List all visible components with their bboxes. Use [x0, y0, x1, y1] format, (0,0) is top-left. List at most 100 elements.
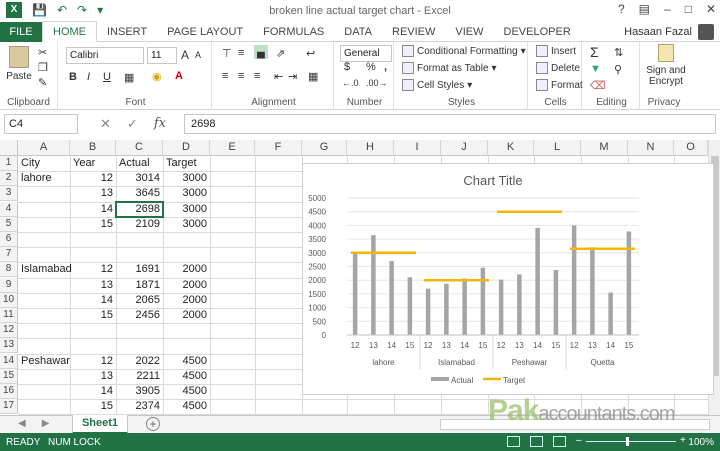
minimize-icon[interactable]: – — [664, 2, 671, 16]
fill-icon[interactable]: ▼ — [590, 63, 601, 75]
align-bottom-icon[interactable]: ▄ — [254, 45, 268, 59]
font-name-select[interactable]: Calibri — [66, 47, 144, 64]
format-painter-icon[interactable]: ✎ — [38, 76, 47, 89]
shrink-font-button[interactable]: A — [195, 50, 201, 60]
column-header[interactable]: A — [18, 140, 70, 156]
tab-home[interactable]: HOME — [42, 21, 97, 42]
column-header[interactable]: G — [302, 140, 347, 156]
bold-button[interactable]: B — [69, 71, 77, 83]
enter-icon[interactable]: ✓ — [127, 116, 138, 132]
borders-icon[interactable]: ▦ — [124, 71, 134, 84]
zoom-slider[interactable] — [586, 441, 676, 442]
decrease-indent-icon[interactable]: ⇤ — [274, 70, 283, 83]
cell[interactable]: 3000 — [163, 217, 210, 232]
cell[interactable]: 3905 — [116, 384, 163, 399]
zoom-level[interactable]: 100% — [688, 437, 714, 448]
autosum-icon[interactable]: Σ — [590, 44, 599, 60]
cell[interactable]: 3645 — [116, 186, 163, 201]
zoom-in-icon[interactable]: + — [680, 435, 686, 446]
tab-formulas[interactable]: FORMULAS — [253, 22, 334, 42]
fill-color-icon[interactable]: ◉ — [152, 70, 162, 83]
tab-file[interactable]: FILE — [0, 21, 42, 42]
cell[interactable]: 12 — [70, 354, 116, 369]
sort-filter-icon[interactable]: ⇅ — [614, 46, 623, 59]
zoom-out-icon[interactable]: – — [576, 435, 582, 446]
copy-icon[interactable]: ❐ — [38, 61, 48, 74]
cell[interactable]: 3000 — [163, 186, 210, 201]
column-header[interactable]: B — [70, 140, 116, 156]
column-header[interactable]: M — [581, 140, 628, 156]
row-header[interactable]: 17 — [0, 399, 18, 415]
page-layout-view-icon[interactable] — [530, 436, 543, 447]
row-header[interactable]: 3 — [0, 186, 18, 202]
row-header[interactable]: 14 — [0, 353, 18, 369]
cell[interactable]: 13 — [70, 186, 116, 201]
cell[interactable]: Peshawar — [18, 354, 70, 369]
cell[interactable]: 2109 — [116, 217, 163, 232]
row-header[interactable]: 13 — [0, 338, 18, 354]
cell[interactable]: 2000 — [163, 293, 210, 308]
user-account[interactable]: Hasaan Fazal — [624, 22, 714, 42]
clear-icon[interactable]: ⌫ — [590, 79, 606, 92]
find-select-icon[interactable]: ⚲ — [614, 63, 622, 76]
cell[interactable]: 4500 — [163, 369, 210, 384]
help-icon[interactable]: ? — [618, 2, 625, 16]
prev-sheet-icon[interactable]: ◀ — [18, 418, 26, 429]
row-header[interactable]: 16 — [0, 384, 18, 399]
tab-review[interactable]: REVIEW — [382, 22, 445, 42]
cell[interactable]: 3000 — [163, 202, 210, 217]
formula-input[interactable]: 2698 — [184, 114, 716, 134]
sheet-tab[interactable]: Sheet1 — [72, 415, 128, 434]
sign-encrypt-button[interactable]: Sign and Encrypt — [644, 44, 688, 87]
row-header[interactable]: 5 — [0, 216, 18, 232]
cell[interactable]: 2374 — [116, 399, 163, 414]
font-size-select[interactable]: 11 — [147, 47, 177, 64]
cell[interactable]: 2022 — [116, 354, 163, 369]
cut-icon[interactable]: ✂ — [38, 46, 47, 59]
tab-developer[interactable]: DEVELOPER — [494, 22, 581, 42]
wrap-text-icon[interactable]: ↩ — [306, 47, 315, 60]
cell[interactable]: 15 — [70, 217, 116, 232]
number-format-select[interactable]: General — [340, 45, 392, 62]
row-header[interactable]: 9 — [0, 277, 18, 293]
tab-view[interactable]: VIEW — [445, 22, 493, 42]
cell[interactable]: 14 — [70, 384, 116, 399]
cell[interactable]: 2065 — [116, 293, 163, 308]
close-icon[interactable]: ✕ — [706, 2, 716, 16]
cell[interactable]: 14 — [70, 202, 116, 217]
cell[interactable]: City — [18, 156, 70, 171]
cell[interactable]: 1691 — [116, 262, 163, 277]
align-right-icon[interactable]: ≡ — [254, 70, 260, 82]
cell[interactable]: 4500 — [163, 354, 210, 369]
cell[interactable]: 14 — [70, 293, 116, 308]
cell[interactable]: 12 — [70, 171, 116, 186]
name-box[interactable]: C4 — [4, 114, 78, 134]
align-top-icon[interactable]: ⊤ — [222, 47, 232, 60]
column-header[interactable]: H — [347, 140, 394, 156]
row-header[interactable]: 6 — [0, 232, 18, 247]
column-header[interactable]: D — [163, 140, 210, 156]
select-all-corner[interactable] — [0, 140, 18, 156]
align-left-icon[interactable]: ≡ — [222, 70, 228, 82]
cell[interactable]: 13 — [70, 278, 116, 293]
cell[interactable]: 12 — [70, 262, 116, 277]
conditional-formatting-button[interactable]: Conditional Formatting ▾ — [402, 45, 526, 57]
cell[interactable]: 2456 — [116, 308, 163, 323]
next-sheet-icon[interactable]: ▶ — [42, 418, 50, 429]
row-header[interactable]: 12 — [0, 323, 18, 339]
tab-insert[interactable]: INSERT — [97, 22, 157, 42]
cell[interactable]: 2000 — [163, 278, 210, 293]
row-header[interactable]: 10 — [0, 292, 18, 308]
cell-styles-button[interactable]: Cell Styles ▾ — [402, 79, 472, 91]
cell[interactable]: Actual — [116, 156, 163, 171]
column-header[interactable]: N — [628, 140, 674, 156]
chart[interactable]: Chart Title 0 500 1000 1500 2000 2500 3000 3500 4… — [302, 163, 714, 395]
cell[interactable]: 4500 — [163, 399, 210, 414]
tab-page-layout[interactable]: PAGE LAYOUT — [157, 22, 253, 42]
cell[interactable]: 2000 — [163, 308, 210, 323]
italic-button[interactable]: I — [87, 71, 90, 83]
cell[interactable]: 13 — [70, 369, 116, 384]
column-header[interactable]: F — [255, 140, 302, 156]
column-header[interactable]: L — [534, 140, 581, 156]
comma-button[interactable]: , — [384, 61, 387, 73]
